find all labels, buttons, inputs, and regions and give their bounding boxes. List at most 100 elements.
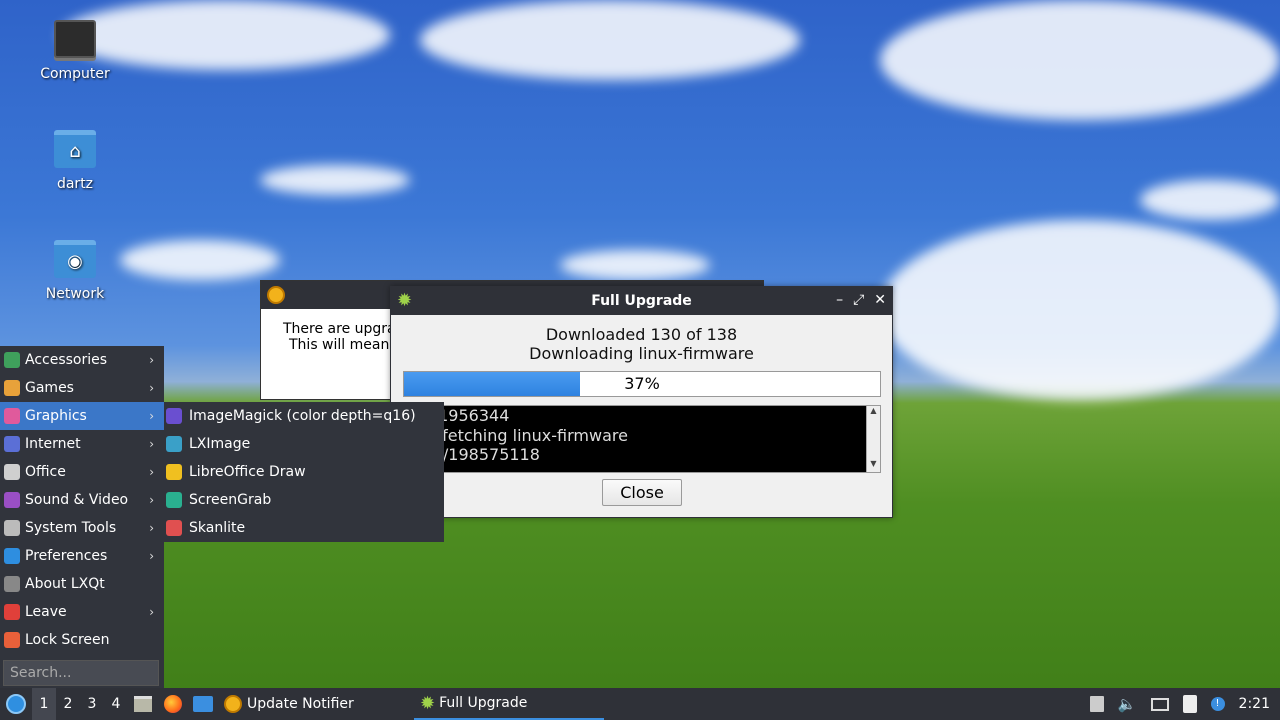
submenu-item-label: LibreOffice Draw	[189, 464, 306, 480]
lxqt-logo-icon	[6, 694, 26, 714]
volume-icon[interactable]: 🔈	[1118, 695, 1137, 713]
upgrade-status: Downloaded 130 of 138 Downloading linux-…	[391, 325, 892, 363]
leave-icon	[4, 604, 20, 620]
menu-item-label: Office	[25, 464, 66, 480]
home-folder-icon: ⌂	[54, 130, 96, 168]
chevron-right-icon: ›	[149, 409, 154, 423]
minimize-icon[interactable]: –	[836, 292, 843, 308]
update-notifier-icon	[224, 695, 242, 713]
desktop-icon-label: dartz	[56, 176, 94, 192]
system-tray: 🔈 ! 2:21	[1089, 688, 1280, 720]
clipboard-icon[interactable]	[1182, 695, 1197, 713]
submenu-item-skanlite[interactable]: Skanlite	[164, 514, 444, 542]
internet-icon	[4, 436, 20, 452]
menu-item-leave[interactable]: Leave ›	[0, 598, 164, 626]
menu-item-label: Preferences	[25, 548, 108, 564]
system-tools-icon	[4, 520, 20, 536]
status-line-1: Downloaded 130 of 138	[545, 325, 738, 344]
cloud	[260, 165, 410, 195]
workspace-3[interactable]: 3	[80, 688, 104, 720]
workspace-1[interactable]: 1	[32, 688, 56, 720]
chevron-right-icon: ›	[149, 549, 154, 563]
log-scrollbar[interactable]: ▲ ▼	[866, 406, 880, 472]
desktop-icon-computer[interactable]: Computer	[25, 20, 125, 82]
terminal-launcher[interactable]	[188, 688, 218, 720]
menu-item-system-tools[interactable]: System Tools ›	[0, 514, 164, 542]
progress-label: 37%	[624, 374, 660, 393]
menu-item-sound-video[interactable]: Sound & Video ›	[0, 486, 164, 514]
chevron-right-icon: ›	[149, 437, 154, 451]
cloud	[1140, 180, 1280, 220]
update-notifier-icon	[267, 286, 285, 304]
submenu-item-label: Skanlite	[189, 520, 246, 536]
workspace-2[interactable]: 2	[56, 688, 80, 720]
games-icon	[4, 380, 20, 396]
tray-arrow-icon[interactable]	[1089, 696, 1104, 712]
close-button[interactable]: Close	[602, 479, 682, 506]
chevron-right-icon: ›	[149, 353, 154, 367]
desktop-icon-network[interactable]: ◉ Network	[25, 240, 125, 302]
file-manager-icon	[134, 696, 152, 712]
chevron-right-icon: ›	[149, 493, 154, 507]
lximage-icon	[166, 436, 182, 452]
chevron-right-icon: ›	[149, 381, 154, 395]
menu-item-internet[interactable]: Internet ›	[0, 430, 164, 458]
menu-item-about[interactable]: About LXQt	[0, 570, 164, 598]
libreoffice-draw-icon	[166, 464, 182, 480]
menu-item-accessories[interactable]: Accessories ›	[0, 346, 164, 374]
menu-item-label: Sound & Video	[25, 492, 129, 508]
submenu-item-imagemagick[interactable]: ImageMagick (color depth=q16)	[164, 402, 444, 430]
full-upgrade-window[interactable]: ✹ Full Upgrade – ⤢ ✕ Downloaded 130 of 1…	[390, 286, 893, 518]
screengrab-icon	[166, 492, 182, 508]
main-menu-button[interactable]	[0, 688, 32, 720]
search-input[interactable]: Search...	[3, 660, 159, 686]
menu-item-lock[interactable]: Lock Screen	[0, 626, 164, 654]
menu-item-preferences[interactable]: Preferences ›	[0, 542, 164, 570]
menu-item-label: System Tools	[25, 520, 117, 536]
maximize-icon[interactable]: ⤢	[853, 292, 864, 308]
network-folder-icon: ◉	[54, 240, 96, 278]
cloud	[560, 250, 710, 280]
application-menu[interactable]: Accessories › Games › Graphics › Internet › Offi…	[0, 346, 164, 688]
menu-item-graphics[interactable]: Graphics ›	[0, 402, 164, 430]
graphics-icon	[4, 408, 20, 424]
task-update-notifier[interactable]: Update Notifier	[218, 688, 414, 720]
desktop-icon-home[interactable]: ⌂ dartz	[25, 130, 125, 192]
firefox-launcher[interactable]	[158, 688, 188, 720]
accessories-icon	[4, 352, 20, 368]
gear-icon: ✹	[420, 692, 436, 714]
submenu-item-libreoffice-draw[interactable]: LibreOffice Draw	[164, 458, 444, 486]
show-desktop-button[interactable]	[128, 688, 158, 720]
submenu-item-screengrab[interactable]: ScreenGrab	[164, 486, 444, 514]
menu-item-office[interactable]: Office ›	[0, 458, 164, 486]
skanlite-icon	[166, 520, 182, 536]
log-output[interactable]: 6344/1956344 nload-fetching linux-firmwar…	[403, 405, 881, 473]
task-label: Update Notifier	[247, 696, 354, 712]
scroll-up-icon[interactable]: ▲	[867, 406, 880, 415]
preferences-icon	[4, 548, 20, 564]
workspace-4[interactable]: 4	[104, 688, 128, 720]
status-line-2: Downloading linux-firmware	[529, 344, 754, 363]
network-icon[interactable]	[1150, 697, 1169, 711]
submenu-item-label: ScreenGrab	[189, 492, 272, 508]
submenu-item-lximage[interactable]: LXImage	[164, 430, 444, 458]
clock[interactable]: 2:21	[1239, 696, 1270, 712]
notification-icon[interactable]: !	[1210, 697, 1225, 711]
graphics-submenu[interactable]: ImageMagick (color depth=q16) LXImage Libr…	[164, 402, 444, 542]
chevron-right-icon: ›	[149, 465, 154, 479]
menu-item-games[interactable]: Games ›	[0, 374, 164, 402]
close-icon[interactable]: ✕	[874, 292, 886, 308]
cloud	[420, 0, 800, 80]
menu-item-label: About LXQt	[25, 576, 105, 592]
desktop-icon-label: Computer	[40, 66, 110, 82]
scroll-down-icon[interactable]: ▼	[867, 459, 880, 468]
desktop-icon-label: Network	[45, 286, 105, 302]
task-full-upgrade[interactable]: ✹ Full Upgrade	[414, 688, 604, 720]
full-upgrade-titlebar[interactable]: ✹ Full Upgrade – ⤢ ✕	[391, 287, 892, 315]
submenu-item-label: LXImage	[189, 436, 251, 452]
about-icon	[4, 576, 20, 592]
cloud	[880, 0, 1280, 120]
menu-item-label: Graphics	[25, 408, 87, 424]
window-title: Full Upgrade	[591, 293, 692, 309]
taskbar: 1234 Update Notifier ✹ Full Upgrade 🔈 ! …	[0, 688, 1280, 720]
